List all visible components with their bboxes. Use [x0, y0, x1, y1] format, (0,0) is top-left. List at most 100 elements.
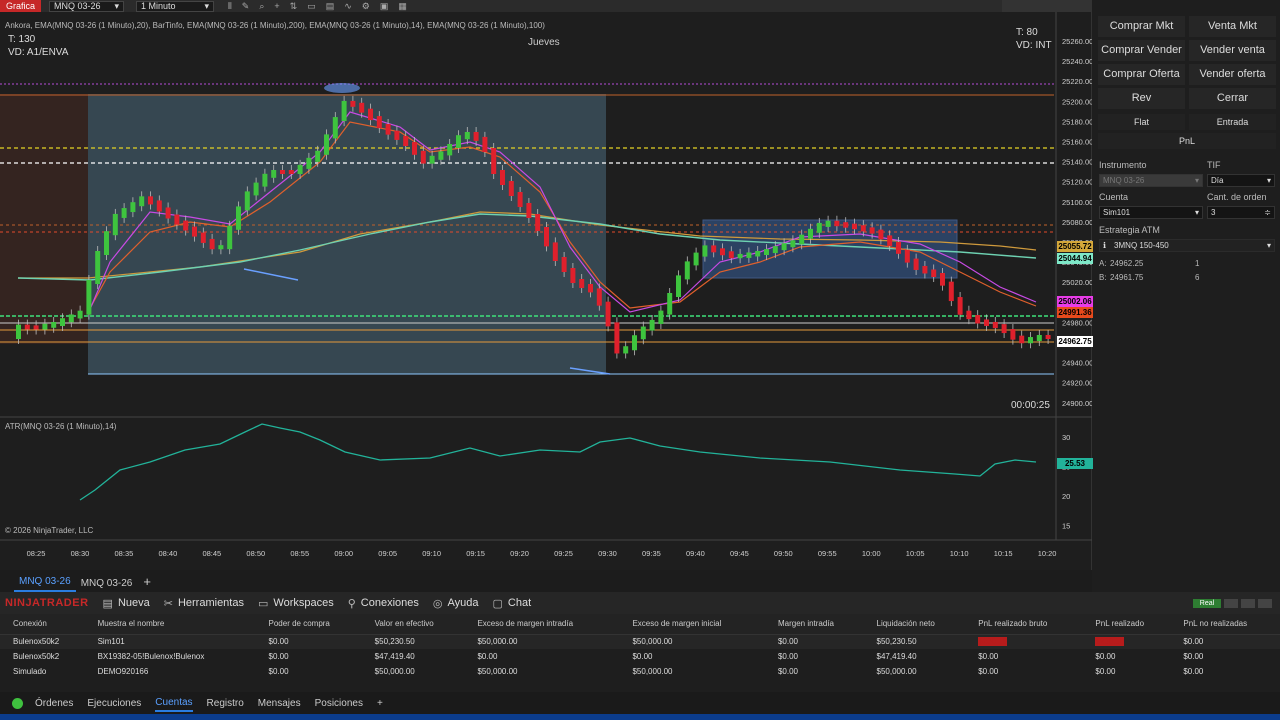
instrument-selector[interactable]: MNQ 03-26 ▾ [49, 0, 125, 12]
atm-strategy-select[interactable]: ℹ 3MNQ 150-450 ▾ [1099, 239, 1275, 252]
candle [992, 321, 998, 329]
candle [799, 234, 805, 245]
time-tick-label: 10:00 [862, 549, 881, 558]
pan-icon[interactable]: ⇅ [290, 1, 298, 12]
table-cell: $47,419.40 [876, 652, 917, 661]
control-center-tabs: Órdenes Ejecuciones Cuentas Registro Men… [0, 692, 1280, 714]
instrument-selector-value: MNQ 03-26 [54, 0, 101, 11]
candle [913, 258, 919, 270]
buy-ask-button[interactable]: Comprar Oferta [1098, 64, 1185, 85]
add-tab-icon[interactable]: + [377, 696, 383, 711]
menu-new[interactable]: ▤ Nueva [103, 597, 150, 610]
candle [60, 318, 65, 326]
price-chart[interactable]: 25260.00 25240.00 25220.00 25200.00 25180.00… [0, 12, 1093, 570]
new-icon: ▤ [102, 597, 113, 610]
menu-workspaces[interactable]: ▭ Workspaces [258, 597, 334, 610]
close-icon[interactable] [1258, 598, 1272, 608]
table-cell: $50,000.00 [477, 637, 518, 647]
zoom-icon[interactable]: ⌕ [259, 1, 264, 12]
candle [1036, 335, 1042, 342]
tab-accounts[interactable]: Cuentas [155, 695, 193, 712]
column-header[interactable]: Conexión [0, 614, 85, 635]
column-header[interactable]: Exceso de margen inicial [619, 614, 765, 635]
candle [552, 242, 558, 261]
tab-log[interactable]: Registro [207, 696, 244, 711]
table-row[interactable]: Simulado DEMO920166 $0.00 $50,000.00 $50… [0, 664, 1280, 679]
chart-toolbar: Grafica MNQ 03-26 ▾ 1 Minuto ▾ ⫴ ✎ ⌕ + ⇅… [0, 0, 1092, 12]
tab-executions[interactable]: Ejecuciones [87, 696, 141, 711]
account-select[interactable]: Sim101 ▾ [1099, 206, 1203, 219]
chart-tab[interactable]: MNQ 03-26 [76, 575, 138, 592]
ask-size: 1 [1195, 259, 1200, 268]
candle [359, 102, 365, 113]
strategy-icon[interactable]: ⚙ [362, 1, 370, 12]
candle [922, 265, 928, 274]
table-row[interactable]: Bulenox50k2 BX19382-05!Bulenox!Bulenox $… [0, 649, 1280, 664]
quantity-stepper-value: 3 [1211, 208, 1216, 217]
quantity-stepper[interactable]: 3 ≑ [1207, 206, 1275, 219]
accounts-table: Conexión Muestra el nombre Poder de comp… [0, 614, 1280, 679]
menu-connections[interactable]: ⚲ Conexiones [348, 597, 419, 610]
maximize-icon[interactable] [1241, 598, 1255, 608]
chevron-down-icon: ▾ [1266, 241, 1271, 250]
chart-tab[interactable]: MNQ 03-26 [14, 573, 76, 592]
candle [262, 173, 268, 187]
column-header[interactable]: Poder de compra [255, 614, 362, 635]
tick-count-label: T: 130 [8, 34, 36, 45]
column-header[interactable]: PnL no realizadas [1170, 614, 1280, 635]
candle [869, 227, 875, 234]
menu-help[interactable]: ◎ Ayuda [433, 597, 479, 610]
column-header[interactable]: Valor en efectivo [361, 614, 465, 635]
minimize-icon[interactable] [1224, 598, 1238, 608]
table-cell: Simulado [13, 667, 47, 676]
indicators-icon[interactable]: ∿ [344, 1, 352, 12]
close-button[interactable]: Cerrar [1189, 88, 1276, 109]
price-tick-label: 25120.00 [1062, 178, 1092, 187]
real-badge[interactable]: Real [1193, 598, 1221, 608]
interval-selector[interactable]: 1 Minuto ▾ [136, 0, 215, 12]
tile-icon[interactable]: ▦ [398, 1, 407, 12]
price-tick-label: 24940.00 [1062, 359, 1092, 368]
template-icon[interactable]: ▭ [307, 1, 316, 12]
tif-select[interactable]: Día ▾ [1207, 174, 1275, 187]
column-header[interactable]: Margen intradía [764, 614, 864, 635]
entry-status: Entrada [1189, 114, 1276, 130]
instrument-field[interactable]: MNQ 03-26 ▾ [1099, 174, 1203, 187]
column-header[interactable]: Liquidación neto [863, 614, 966, 635]
column-header[interactable]: Exceso de margen intradía [464, 614, 620, 635]
time-tick-label: 09:30 [598, 549, 617, 558]
column-header[interactable]: PnL realizado bruto [965, 614, 1083, 635]
buy-market-button[interactable]: Comprar Mkt [1098, 16, 1185, 37]
reverse-button[interactable]: Rev [1098, 88, 1185, 109]
table-row[interactable]: Bulenox50k2 Sim101 $0.00 $50,230.50 $50,… [0, 634, 1280, 649]
price-tick-label: 24920.00 [1062, 379, 1092, 388]
bid-size: 6 [1195, 273, 1200, 282]
pencil-icon[interactable]: ✎ [242, 1, 250, 12]
menu-chat[interactable]: ▢ Chat [492, 597, 531, 610]
tab-positions[interactable]: Posiciones [315, 696, 363, 711]
tab-orders[interactable]: Órdenes [35, 696, 73, 711]
candle [517, 192, 523, 207]
snapshot-icon[interactable]: ▣ [380, 1, 389, 12]
column-header[interactable]: Muestra el nombre [84, 614, 256, 635]
menu-connections-label: Conexiones [360, 597, 419, 609]
bars-icon[interactable]: ⫴ [228, 1, 232, 12]
menu-tools[interactable]: ✂ Herramientas [164, 597, 244, 610]
tools-icon: ✂ [163, 597, 173, 610]
add-tab-icon[interactable]: + [137, 574, 157, 592]
chart-canvas[interactable]: 25260.00 25240.00 25220.00 25200.00 25180.00… [0, 12, 1092, 570]
tab-messages[interactable]: Mensajes [258, 696, 301, 711]
candle [192, 226, 197, 237]
candle [280, 170, 285, 174]
candle [702, 245, 708, 257]
crosshair-icon[interactable]: + [274, 1, 279, 12]
column-header[interactable]: PnL realizado [1082, 614, 1171, 635]
sell-ask-button[interactable]: Vender oferta [1189, 64, 1276, 85]
candle [975, 315, 981, 324]
candle [429, 155, 435, 164]
tif-select-value: Día [1211, 176, 1224, 185]
sell-market-button[interactable]: Venta Mkt [1189, 16, 1276, 37]
properties-icon[interactable]: ▤ [326, 1, 335, 12]
buy-bid-button[interactable]: Comprar Vender [1098, 40, 1185, 61]
sell-bid-button[interactable]: Vender venta [1189, 40, 1276, 61]
